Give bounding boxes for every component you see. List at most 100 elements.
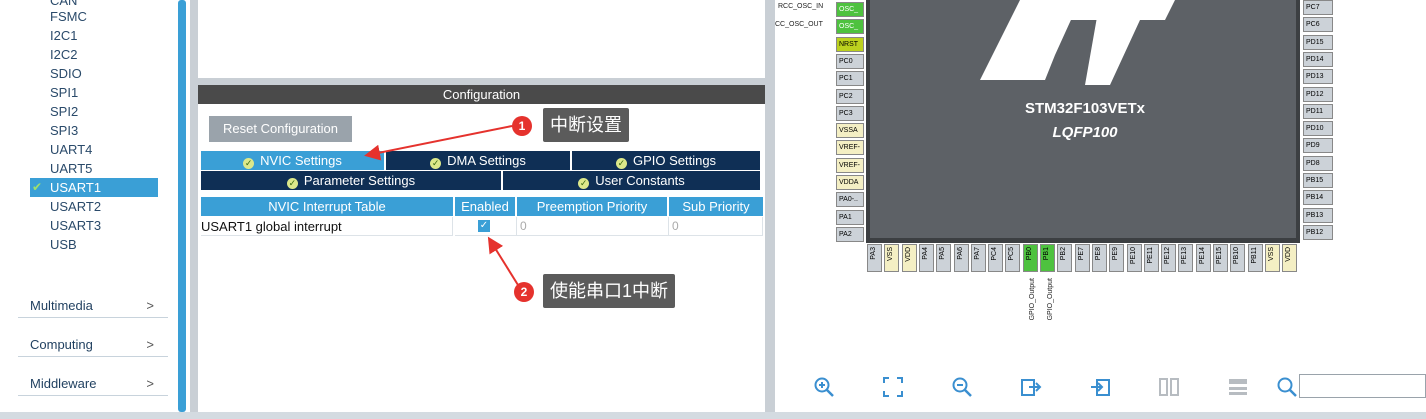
pin-pa7[interactable]: PA7 [970, 244, 986, 272]
sidebar-item-usart1[interactable]: ✔ USART1 [30, 178, 158, 197]
sub-priority-cell[interactable]: 0 [669, 217, 763, 236]
pin-vdda[interactable]: VDDA [836, 175, 864, 190]
st-logo-icon [980, 0, 1175, 85]
enabled-checkbox[interactable]: ✓ [478, 220, 490, 232]
pin-osc[interactable]: OSC_ [836, 2, 864, 17]
pin-pb11[interactable]: PB11 [1247, 244, 1263, 272]
pin-pa5[interactable]: PA5 [936, 244, 952, 272]
sidebar-item-uart5[interactable]: UART5 [50, 159, 92, 178]
check-circle-icon: ✓ [286, 178, 298, 189]
column-header-enabled[interactable]: Enabled [455, 197, 515, 216]
layout-icon[interactable] [1227, 376, 1249, 398]
check-circle-icon: ✓ [430, 158, 442, 169]
search-input[interactable] [1299, 374, 1426, 398]
preemption-priority-cell[interactable]: 0 [517, 217, 669, 236]
pin-pc3[interactable]: PC3 [836, 105, 864, 121]
pin-pb2[interactable]: PB2 [1057, 244, 1073, 272]
pin-nrst[interactable]: NRST [836, 36, 864, 52]
tab-user-constants[interactable]: ✓ User Constants [503, 171, 760, 190]
pin-pa4[interactable]: PA4 [918, 244, 934, 272]
pin-pb10[interactable]: PB10 [1230, 244, 1246, 272]
pin-pd9[interactable]: PD9 [1303, 138, 1333, 154]
pin-pe10[interactable]: PE10 [1126, 244, 1142, 272]
pin-pe12[interactable]: PE12 [1161, 244, 1177, 272]
pin-pd15[interactable]: PD15 [1303, 34, 1333, 50]
sidebar-item-i2c2[interactable]: I2C2 [50, 45, 77, 64]
pin-pa0[interactable]: PA0-.. [836, 192, 864, 208]
signal-label: RCC_OSC_IN [778, 3, 824, 10]
pin-vref[interactable]: VREF- [836, 140, 864, 156]
pin-vss[interactable]: VSS [884, 244, 900, 272]
pin-pe11[interactable]: PE11 [1143, 244, 1159, 272]
pin-pe14[interactable]: PE14 [1195, 244, 1211, 272]
pin-pc4[interactable]: PC4 [988, 244, 1004, 272]
pin-pe13[interactable]: PE13 [1178, 244, 1194, 272]
zoom-in-icon[interactable] [813, 376, 835, 398]
column-header-interrupt[interactable]: NVIC Interrupt Table [201, 197, 453, 216]
pin-pb1[interactable]: PB1 [1040, 244, 1055, 272]
column-header-sub-priority[interactable]: Sub Priority [669, 197, 763, 216]
tab-gpio-settings[interactable]: ✓ GPIO Settings [572, 151, 760, 170]
import-icon[interactable] [1089, 376, 1111, 398]
sidebar-item-usb[interactable]: USB [50, 235, 77, 254]
sidebar-scrollbar[interactable] [178, 0, 186, 412]
column-header-preemption[interactable]: Preemption Priority [517, 197, 667, 216]
annotation-callout-2: 使能串口1中断 [543, 274, 676, 308]
pin-vss[interactable]: VSS [1264, 244, 1280, 272]
pin-pb14[interactable]: PB14 [1303, 190, 1333, 206]
pin-pe7[interactable]: PE7 [1074, 244, 1090, 272]
category-middleware[interactable]: Middleware > [18, 372, 168, 396]
pin-pc0[interactable]: PC0 [836, 53, 864, 69]
pin-pe15[interactable]: PE15 [1213, 244, 1228, 272]
pin-pc1[interactable]: PC1 [836, 71, 864, 87]
pin-pc6[interactable]: PC6 [1303, 17, 1333, 33]
pin-pd14[interactable]: PD14 [1303, 51, 1333, 67]
pin-pd11[interactable]: PD11 [1303, 103, 1333, 119]
sidebar-item-spi2[interactable]: SPI2 [50, 102, 78, 121]
pin-pc5[interactable]: PC5 [1005, 244, 1021, 272]
pin-pe9[interactable]: PE9 [1109, 244, 1125, 272]
sidebar-item-sdio[interactable]: SDIO [50, 64, 82, 83]
pin-pa2[interactable]: PA2 [836, 226, 864, 242]
pin-pb13[interactable]: PB13 [1303, 207, 1333, 223]
pin-pd13[interactable]: PD13 [1303, 69, 1333, 85]
sidebar-item-usart3[interactable]: USART3 [50, 216, 101, 235]
pin-pd8[interactable]: PD8 [1303, 155, 1333, 171]
tab-nvic-settings[interactable]: ✓ NVIC Settings [201, 151, 384, 170]
pin-pd10[interactable]: PD10 [1303, 121, 1333, 137]
pin-pa1[interactable]: PA1 [836, 209, 864, 225]
pin-pc2[interactable]: PC2 [836, 88, 864, 104]
pin-pb0[interactable]: PB0 [1022, 244, 1038, 272]
pin-vdd[interactable]: VDD [901, 244, 917, 272]
sidebar-item-usart2[interactable]: USART2 [50, 197, 101, 216]
export-icon[interactable] [1020, 376, 1042, 398]
sidebar-item-spi1[interactable]: SPI1 [50, 83, 78, 102]
tab-parameter-settings[interactable]: ✓ Parameter Settings [201, 171, 501, 190]
pin-vref[interactable]: VREF- [836, 157, 864, 173]
pin-pe8[interactable]: PE8 [1091, 244, 1107, 272]
tab-dma-settings[interactable]: ✓ DMA Settings [386, 151, 570, 170]
fit-icon[interactable] [882, 376, 904, 398]
pin-pc7[interactable]: PC7 [1303, 0, 1333, 15]
category-multimedia[interactable]: Multimedia > [18, 294, 168, 318]
pin-pa3[interactable]: PA3 [867, 244, 882, 272]
tab-label: User Constants [595, 173, 685, 188]
pin-osc[interactable]: OSC_ [836, 19, 864, 35]
pin-pb12[interactable]: PB12 [1303, 224, 1333, 240]
pin-vdd[interactable]: VDD [1282, 244, 1298, 272]
sidebar-item-i2c1[interactable]: I2C1 [50, 26, 77, 45]
pin-vssa[interactable]: VSSA [836, 123, 864, 139]
reset-configuration-button[interactable]: Reset Configuration [209, 116, 352, 142]
pin-label: VSS [887, 247, 895, 262]
sidebar-item-fsmc[interactable]: FSMC [50, 7, 87, 26]
pin-pd12[interactable]: PD12 [1303, 86, 1333, 102]
sidebar-item-spi3[interactable]: SPI3 [50, 121, 78, 140]
category-computing[interactable]: Computing > [18, 333, 168, 357]
configuration-header: Configuration [198, 85, 765, 104]
split-icon[interactable] [1158, 376, 1180, 398]
sidebar-item-uart4[interactable]: UART4 [50, 140, 92, 159]
zoom-out-icon[interactable] [951, 376, 973, 398]
app-root: CAN FSMC I2C1 I2C2 SDIO SPI1 SPI2 SPI3 U… [0, 0, 1426, 419]
pin-pb15[interactable]: PB15 [1303, 173, 1333, 188]
pin-pa6[interactable]: PA6 [953, 244, 969, 272]
